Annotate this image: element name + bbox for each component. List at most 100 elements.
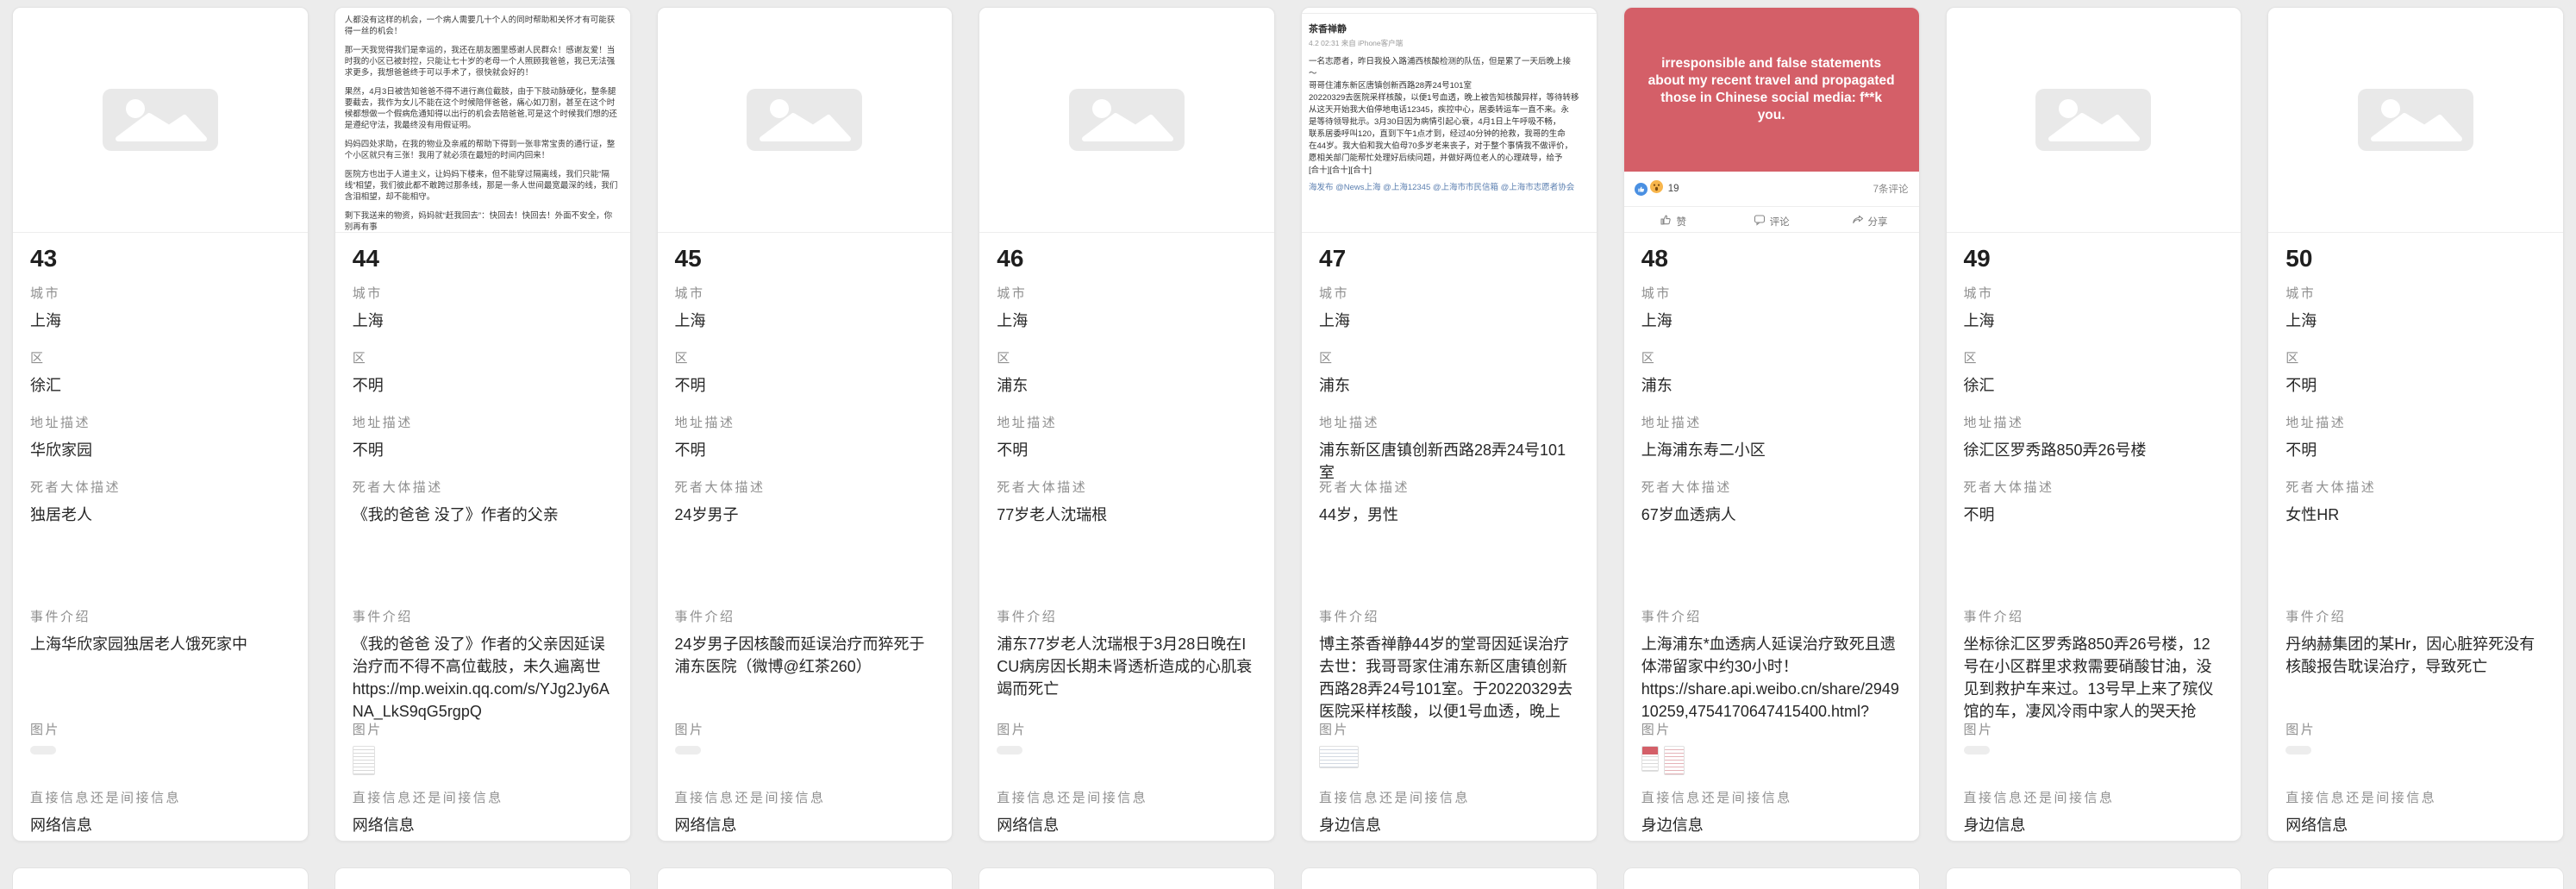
image-thumbnail-row <box>1319 746 1579 779</box>
field-source-type: 直接信息还是间接信息 网络信息 <box>2285 779 2546 836</box>
case-card[interactable]: irresponsible and false statements about… <box>1623 7 1920 842</box>
next-row-card-peek[interactable] <box>1301 867 1597 889</box>
weibo-post-line: 20220329去医院采样核酸，以便1号血透，晚上被告知核酸异样，等待转移 <box>1309 92 1597 104</box>
field-value-event: 博主茶香禅静44岁的堂哥因延误治疗去世：我哥哥家住浦东新区唐镇创新西路28弄24… <box>1319 633 1579 723</box>
card-body: 45 城市 上海 区 不明 地址描述 不明 死者大体描述 24岁男子 事件介绍 … <box>658 233 953 836</box>
field-event: 事件介绍 丹纳赫集团的某Hr，因心脏猝死没有核酸报告耽误治疗，导致死亡 <box>2285 591 2546 723</box>
image-thumbnail[interactable] <box>30 746 56 754</box>
case-card[interactable]: 46 城市 上海 区 浦东 地址描述 不明 死者大体描述 77岁老人沈瑞根 事件… <box>979 7 1275 842</box>
field-label-address: 地址描述 <box>2285 416 2546 431</box>
image-thumbnail[interactable] <box>1664 746 1685 775</box>
field-label-victim: 死者大体描述 <box>1641 480 1902 496</box>
field-value-event: 浦东77岁老人沈瑞根于3月28日晚在ICU病房因长期未肾透析造成的心肌衰竭而死亡 <box>997 633 1257 700</box>
field-district: 区 浦东 <box>997 332 1257 397</box>
field-label-victim: 死者大体描述 <box>353 480 613 496</box>
field-label-event: 事件介绍 <box>1641 610 1902 625</box>
surprised-face-icon <box>1650 180 1663 193</box>
field-image: 图片 <box>1641 723 1902 779</box>
image-placeholder-icon <box>747 89 862 151</box>
field-label-city: 城市 <box>1641 286 1902 302</box>
field-image: 图片 <box>675 723 935 779</box>
image-thumbnail-row <box>1641 746 1902 779</box>
field-label-event: 事件介绍 <box>1964 610 2224 625</box>
field-value-district: 徐汇 <box>30 374 291 397</box>
article-paragraph: 那一天我觉得我们是幸运的，我还在朋友圈里感谢人民群众！感谢友爱！当时我的小区已被… <box>345 45 621 78</box>
case-card[interactable]: 50 城市 上海 区 不明 地址描述 不明 死者大体描述 女性HR 事件介绍 丹… <box>2267 7 2564 842</box>
image-thumbnail[interactable] <box>1641 746 1659 772</box>
image-thumbnail[interactable] <box>675 746 701 754</box>
field-victim: 死者大体描述 独居老人 <box>30 461 291 591</box>
field-value-district: 浦东 <box>1319 374 1579 397</box>
field-address: 地址描述 浦东新区唐镇创新西路28弄24号101室 <box>1319 397 1579 461</box>
field-label-victim: 死者大体描述 <box>997 480 1257 496</box>
field-event: 事件介绍 浦东77岁老人沈瑞根于3月28日晚在ICU病房因长期未肾透析造成的心肌… <box>997 591 1257 723</box>
image-thumbnail[interactable] <box>353 746 375 775</box>
image-thumbnail[interactable] <box>1964 746 1990 754</box>
field-value-city: 上海 <box>353 310 613 332</box>
field-district: 区 不明 <box>353 332 613 397</box>
surprised-reaction-icon <box>1650 180 1663 197</box>
next-row-card-peek[interactable] <box>979 867 1275 889</box>
next-row-card-peek[interactable] <box>1623 867 1920 889</box>
field-image: 图片 <box>1319 723 1579 779</box>
field-city: 城市 上海 <box>675 272 935 332</box>
field-label-city: 城市 <box>1964 286 2224 302</box>
image-thumbnail[interactable] <box>1319 746 1359 768</box>
field-district: 区 徐汇 <box>1964 332 2224 397</box>
weibo-post-line: 在44岁。我大伯和我大伯母70多岁老来丧子，对于整个事情我不做评价， <box>1309 141 1597 153</box>
case-card[interactable]: 49 城市 上海 区 徐汇 地址描述 徐汇区罗秀路850弄26号楼 死者大体描述… <box>1946 7 2242 842</box>
image-thumbnail[interactable] <box>2285 746 2311 754</box>
reaction-emojis: 19 <box>1635 180 1679 197</box>
field-label-address: 地址描述 <box>1641 416 1902 431</box>
field-value-address: 华欣家园 <box>30 439 291 461</box>
case-card[interactable]: 45 城市 上海 区 不明 地址描述 不明 死者大体描述 24岁男子 事件介绍 … <box>657 7 953 842</box>
field-image: 图片 <box>30 723 291 779</box>
field-value-city: 上海 <box>997 310 1257 332</box>
case-card[interactable]: 茶香禅静4.2 02:31 来自 iPhone客户端一名志愿者，昨日我投入路浦西… <box>1301 7 1597 842</box>
next-row-card-peek[interactable] <box>2267 867 2564 889</box>
comments-count: 7条评论 <box>1873 182 1909 196</box>
field-label-address: 地址描述 <box>997 416 1257 431</box>
card-body: 46 城市 上海 区 浦东 地址描述 不明 死者大体描述 77岁老人沈瑞根 事件… <box>979 233 1274 836</box>
field-label-district: 区 <box>997 351 1257 366</box>
next-row-card-peek[interactable] <box>657 867 953 889</box>
case-number: 49 <box>1964 245 2224 272</box>
field-value-victim: 女性HR <box>2285 504 2546 526</box>
field-value-address: 徐汇区罗秀路850弄26号楼 <box>1964 439 2224 461</box>
card-body: 50 城市 上海 区 不明 地址描述 不明 死者大体描述 女性HR 事件介绍 丹… <box>2268 233 2563 836</box>
field-value-address: 不明 <box>997 439 1257 461</box>
weibo-post-line: 是等待领导批示。3月30日因为病情引起心衰，4月1日上午呼吸不畅， <box>1309 116 1597 128</box>
next-row-card-peek[interactable] <box>12 867 309 889</box>
field-address: 地址描述 不明 <box>675 397 935 461</box>
field-value-victim: 24岁男子 <box>675 504 935 526</box>
field-label-district: 区 <box>353 351 613 366</box>
field-victim: 死者大体描述 67岁血透病人 <box>1641 461 1902 591</box>
action-label: 评论 <box>1770 215 1790 229</box>
field-label-event: 事件介绍 <box>353 610 613 625</box>
image-thumbnail-row <box>353 746 613 779</box>
next-row-card-peek[interactable] <box>335 867 631 889</box>
case-card[interactable]: 43 城市 上海 区 徐汇 地址描述 华欣家园 死者大体描述 独居老人 事件介绍… <box>12 7 309 842</box>
image-placeholder-icon <box>2358 89 2473 151</box>
case-number: 47 <box>1319 245 1579 272</box>
article-paragraph: 医院方也出于人道主义，让妈妈下楼来，但不能穿过隔离线，我们只能“隔线”相望，我们… <box>345 169 621 203</box>
field-source-type: 直接信息还是间接信息 身边信息 <box>1319 779 1579 836</box>
image-thumbnail-row <box>2285 746 2546 779</box>
field-value-district: 不明 <box>675 374 935 397</box>
field-victim: 死者大体描述 女性HR <box>2285 461 2546 591</box>
weibo-post-line: ～ <box>1309 68 1597 80</box>
field-label-source-type: 直接信息还是间接信息 <box>353 791 613 806</box>
case-card[interactable]: 人都没有这样的机会，一个病人需要几十个人的同时帮助和关怀才有可能获得一丝的机会！… <box>335 7 631 842</box>
field-image: 图片 <box>1964 723 2224 779</box>
field-victim: 死者大体描述 44岁，男性 <box>1319 461 1579 591</box>
field-victim: 死者大体描述 不明 <box>1964 461 2224 591</box>
field-value-address: 不明 <box>2285 439 2546 461</box>
field-label-image: 图片 <box>675 723 935 738</box>
case-number: 46 <box>997 245 1257 272</box>
field-label-source-type: 直接信息还是间接信息 <box>1641 791 1902 806</box>
field-label-address: 地址描述 <box>1319 416 1579 431</box>
image-thumbnail[interactable] <box>997 746 1022 754</box>
next-row-card-peek[interactable] <box>1946 867 2242 889</box>
field-value-source-type: 身边信息 <box>1964 814 2224 836</box>
field-value-event: 上海浦东*血透病人延误治疗致死且遗体滞留家中约30小时！ https://sha… <box>1641 633 1902 723</box>
